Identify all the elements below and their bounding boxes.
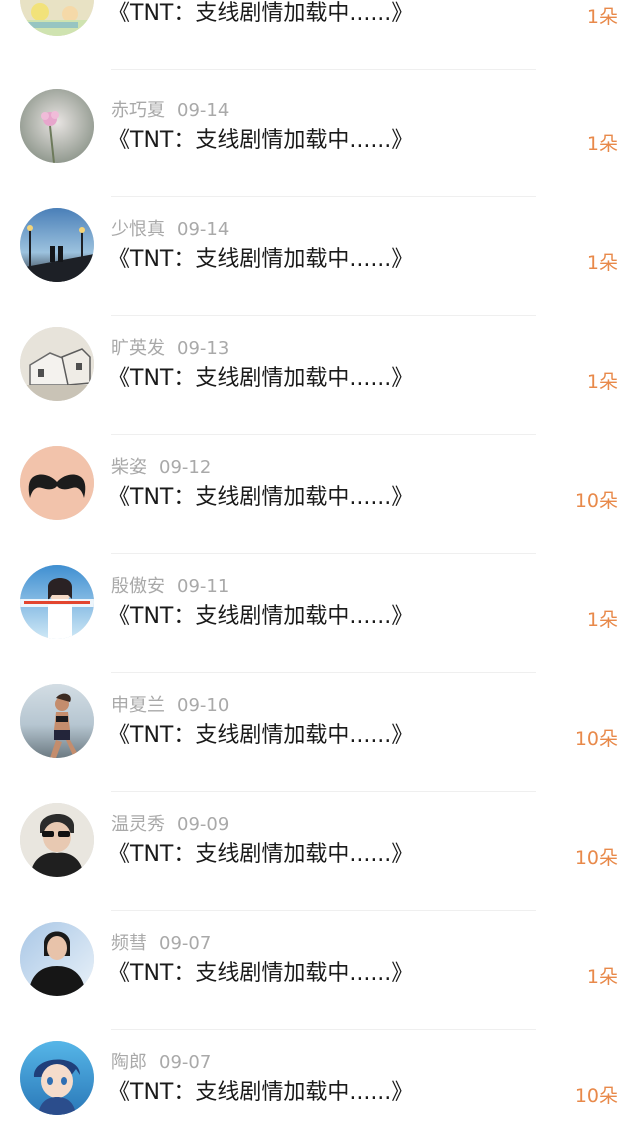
avatar[interactable] [20, 684, 94, 758]
sender-name[interactable]: 温灵秀 [111, 814, 165, 835]
flower-count: 10朵 [574, 1085, 618, 1107]
sender-name[interactable]: 少恨真 [111, 219, 165, 240]
list-item[interactable]: 温灵秀 09-09 《TNT：支线剧情加载中......》 10朵 [0, 792, 640, 911]
meta: 殷傲安 09-11 [111, 572, 229, 598]
avatar[interactable] [20, 0, 94, 36]
work-title[interactable]: 《TNT：支线剧情加载中......》 [108, 241, 413, 273]
meta: 柴姿 09-12 [111, 453, 211, 479]
flower-count: 1朵 [586, 609, 618, 631]
list-item[interactable]: 陶郎 09-07 《TNT：支线剧情加载中......》 10朵 [0, 1030, 640, 1126]
avatar[interactable] [20, 327, 94, 401]
list-item[interactable]: 申夏兰 09-10 《TNT：支线剧情加载中......》 10朵 [0, 673, 640, 792]
work-title[interactable]: 《TNT：支线剧情加载中......》 [108, 122, 413, 154]
flower-count: 10朵 [574, 728, 618, 750]
flower-count: 10朵 [574, 847, 618, 869]
sender-name[interactable]: 陶郎 [111, 1052, 147, 1073]
sender-name[interactable]: 频彗 [111, 933, 147, 954]
meta: 旷英发 09-13 [111, 334, 229, 360]
date: 09-09 [177, 814, 230, 835]
list-item[interactable]: 频彗 09-07 《TNT：支线剧情加载中......》 1朵 [0, 911, 640, 1030]
work-title[interactable]: 《TNT：支线剧情加载中......》 [108, 598, 413, 630]
meta: 陶郎 09-07 [111, 1048, 211, 1074]
avatar[interactable] [20, 446, 94, 520]
flower-count: 10朵 [574, 490, 618, 512]
list-item[interactable]: 殷傲安 09-11 《TNT：支线剧情加载中......》 1朵 [0, 554, 640, 673]
flower-count: 1朵 [586, 6, 618, 28]
sender-name[interactable]: 殷傲安 [111, 576, 165, 597]
list-item[interactable]: 《TNT：支线剧情加载中......》 1朵 [0, 0, 640, 70]
meta: 赤巧夏 09-14 [111, 96, 229, 122]
flower-count: 1朵 [586, 371, 618, 393]
date: 09-14 [177, 100, 230, 121]
date: 09-07 [159, 1052, 212, 1073]
flower-count: 1朵 [586, 966, 618, 988]
work-title[interactable]: 《TNT：支线剧情加载中......》 [108, 836, 413, 868]
work-title[interactable]: 《TNT：支线剧情加载中......》 [108, 0, 413, 27]
work-title[interactable]: 《TNT：支线剧情加载中......》 [108, 955, 413, 987]
avatar[interactable] [20, 803, 94, 877]
avatar[interactable] [20, 922, 94, 996]
work-title[interactable]: 《TNT：支线剧情加载中......》 [108, 717, 413, 749]
flower-count: 1朵 [586, 133, 618, 155]
date: 09-14 [177, 219, 230, 240]
sender-name[interactable]: 柴姿 [111, 457, 147, 478]
gift-list: 《TNT：支线剧情加载中......》 1朵 赤巧夏 09-14 《TNT：支线剧… [0, 0, 640, 1126]
sender-name[interactable]: 赤巧夏 [111, 100, 165, 121]
avatar[interactable] [20, 208, 94, 282]
meta: 频彗 09-07 [111, 929, 211, 955]
date: 09-10 [177, 695, 230, 716]
divider [111, 69, 536, 70]
avatar[interactable] [20, 89, 94, 163]
date: 09-11 [177, 576, 230, 597]
meta: 少恨真 09-14 [111, 215, 229, 241]
list-item[interactable]: 旷英发 09-13 《TNT：支线剧情加载中......》 1朵 [0, 316, 640, 435]
date: 09-07 [159, 933, 212, 954]
sender-name[interactable]: 申夏兰 [111, 695, 165, 716]
meta: 温灵秀 09-09 [111, 810, 229, 836]
list-item[interactable]: 赤巧夏 09-14 《TNT：支线剧情加载中......》 1朵 [0, 78, 640, 197]
work-title[interactable]: 《TNT：支线剧情加载中......》 [108, 360, 413, 392]
avatar[interactable] [20, 565, 94, 639]
avatar[interactable] [20, 1041, 94, 1115]
sender-name[interactable]: 旷英发 [111, 338, 165, 359]
work-title[interactable]: 《TNT：支线剧情加载中......》 [108, 1074, 413, 1106]
list-item[interactable]: 少恨真 09-14 《TNT：支线剧情加载中......》 1朵 [0, 197, 640, 316]
meta: 申夏兰 09-10 [111, 691, 229, 717]
flower-count: 1朵 [586, 252, 618, 274]
date: 09-12 [159, 457, 212, 478]
list-item[interactable]: 柴姿 09-12 《TNT：支线剧情加载中......》 10朵 [0, 435, 640, 554]
work-title[interactable]: 《TNT：支线剧情加载中......》 [108, 479, 413, 511]
date: 09-13 [177, 338, 230, 359]
